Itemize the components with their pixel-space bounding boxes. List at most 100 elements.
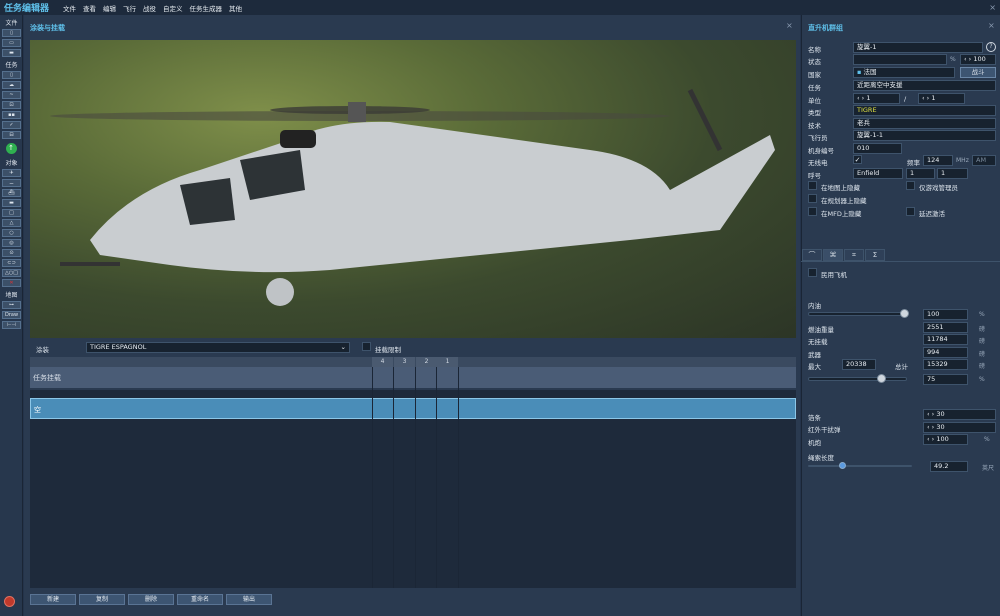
chaff-label: 箔条 [808, 414, 821, 422]
callsign-dropdown[interactable]: Enfield [853, 168, 903, 179]
weather-icon[interactable]: ☁ [2, 81, 21, 89]
menu-misc[interactable]: 其他 [229, 3, 242, 13]
menu-campaign[interactable]: 战役 [143, 3, 156, 13]
condition-unit: % [950, 56, 956, 63]
copy-button[interactable]: 复制 [79, 594, 125, 605]
load-slider[interactable] [808, 377, 907, 381]
gun-spinner[interactable]: ‹ › 100 [923, 434, 968, 445]
fuel-slider-knob[interactable] [900, 309, 909, 318]
modulation-dropdown[interactable]: AM [972, 155, 996, 166]
menu-customize[interactable]: 自定义 [163, 3, 183, 13]
fly-mission-icon[interactable]: ↑ [5, 143, 17, 154]
civil-aircraft-label: 民用飞机 [821, 271, 847, 279]
resources-icon[interactable]: ▪▪ [2, 111, 21, 119]
tab-summary[interactable]: Σ [865, 249, 885, 261]
zone-icon[interactable]: ⊙ [2, 249, 21, 257]
airfield-icon[interactable]: ○ [2, 229, 21, 237]
chaff-spinner[interactable]: ‹ › 30 [923, 409, 996, 420]
target-icon[interactable]: ◎ [2, 239, 21, 247]
combat-button[interactable]: 战斗 [960, 67, 996, 78]
open-icon[interactable]: ▭ [2, 39, 21, 47]
tab-route[interactable]: ⌒ [802, 249, 822, 261]
tail-number-input[interactable]: 010 [853, 143, 902, 154]
measure-icon[interactable]: ⊢⊣ [2, 321, 21, 329]
pilot-input[interactable]: 旋翼-1-1 [853, 130, 996, 141]
helicopter-icon[interactable]: ⚊ [2, 179, 21, 187]
condition-input[interactable] [853, 54, 947, 65]
callsign-number-1[interactable]: 1 [906, 168, 935, 179]
menu-fly[interactable]: 飞行 [123, 3, 136, 13]
rope-slider[interactable] [808, 465, 912, 467]
tab-payload[interactable]: ⌘ [823, 249, 843, 261]
civil-aircraft-checkbox[interactable] [808, 268, 817, 277]
template-icon[interactable]: ⊂⊃ [2, 259, 21, 267]
radio-checkbox[interactable]: ✓ [853, 155, 862, 164]
delete-button[interactable]: 删除 [128, 594, 174, 605]
tab-triggered-actions[interactable]: ⌗ [844, 249, 864, 261]
unit-spinner[interactable]: ‹ › 1 [853, 93, 900, 104]
menu-view[interactable]: 查看 [83, 3, 96, 13]
new-icon[interactable]: ▯ [2, 29, 21, 37]
fuel-weight-value: 2551 [923, 322, 968, 333]
fuel-slider[interactable] [808, 312, 908, 316]
ruler-icon[interactable]: ⊶ [2, 301, 21, 309]
gun-label: 机炮 [808, 439, 821, 447]
menu-edit[interactable]: 编辑 [103, 3, 116, 13]
save-icon[interactable]: ▬ [2, 49, 21, 57]
menu-file[interactable]: 文件 [63, 3, 76, 13]
load-percent-input[interactable]: 75 [923, 374, 968, 385]
close-icon[interactable]: × [786, 21, 793, 30]
vehicle-icon[interactable]: ▬ [2, 199, 21, 207]
hide-on-mfd-checkbox[interactable] [808, 207, 817, 216]
payload-row-selected[interactable]: 空 [30, 398, 796, 419]
shapes-icon[interactable]: △○□ [2, 269, 21, 277]
rename-button[interactable]: 重命名 [177, 594, 223, 605]
type-dropdown[interactable]: TIGRE [853, 105, 996, 116]
divider [458, 367, 459, 588]
toolbar-section-label: 地图 [5, 292, 18, 299]
name-input[interactable]: 旋翼-1 [853, 42, 983, 53]
skill-dropdown[interactable]: 老兵 [853, 118, 996, 129]
livery-label: 涂装 [36, 346, 49, 354]
type-label: 类型 [808, 109, 821, 117]
pylon-col-1: 1 [437, 357, 458, 367]
fuel-percent-input[interactable]: 100 [923, 309, 968, 320]
exit-icon[interactable] [4, 596, 15, 607]
livery-dropdown[interactable]: TIGRE ESPAGNOL ⌄ [86, 342, 350, 353]
draw-button[interactable]: Draw [2, 311, 21, 319]
skill-label: 技术 [808, 122, 821, 130]
close-icon[interactable]: × [988, 21, 995, 30]
window-close-icon[interactable]: × [989, 3, 996, 12]
options-icon[interactable]: ⊟ [2, 131, 21, 139]
load-slider-knob[interactable] [877, 374, 886, 383]
static-icon[interactable]: □ [2, 209, 21, 217]
plane-icon[interactable]: ✈ [2, 169, 21, 177]
delete-icon[interactable]: ✕ [2, 279, 21, 287]
unit-total-spinner[interactable]: ‹ › 1 [918, 93, 965, 104]
late-activation-checkbox[interactable] [906, 207, 915, 216]
country-dropdown[interactable]: ▪ 法国 [853, 67, 955, 78]
new-button[interactable]: 新建 [30, 594, 76, 605]
hide-on-map-checkbox[interactable] [808, 181, 817, 190]
task-payload-row[interactable]: 任务挂载 [30, 367, 796, 388]
condition-spinner[interactable]: ‹ › 100 [960, 54, 996, 65]
task-dropdown[interactable]: 近距离空中支援 [853, 80, 996, 91]
menu-mission-generator[interactable]: 任务生成器 [190, 3, 223, 13]
briefing-icon[interactable]: ▯ [2, 71, 21, 79]
frequency-input[interactable]: 124 [923, 155, 953, 166]
livery-value: TIGRE ESPAGNOL [90, 343, 147, 351]
hide-on-planner-checkbox[interactable] [808, 194, 817, 203]
payload-limit-checkbox[interactable] [362, 342, 371, 351]
aircraft-preview[interactable] [30, 40, 796, 338]
help-icon[interactable]: ? [986, 42, 996, 52]
warehouse-icon[interactable]: △ [2, 219, 21, 227]
callsign-number-2[interactable]: 1 [937, 168, 968, 179]
flare-spinner[interactable]: ‹ › 30 [923, 422, 996, 433]
triggers-icon[interactable]: ⊡ [2, 101, 21, 109]
check-icon[interactable]: ✓ [2, 121, 21, 129]
ship-icon[interactable]: ⛴ [2, 189, 21, 197]
rope-length-input[interactable]: 49.2 [930, 461, 968, 472]
goals-icon[interactable]: ~ [2, 91, 21, 99]
export-button[interactable]: 输出 [226, 594, 272, 605]
game-master-only-checkbox[interactable] [906, 181, 915, 190]
